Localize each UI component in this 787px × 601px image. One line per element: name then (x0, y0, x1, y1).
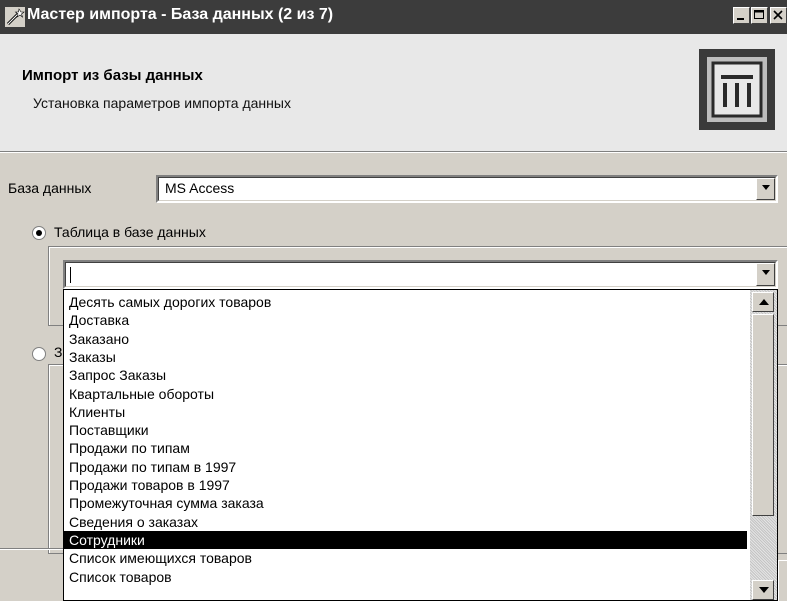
dropdown-list-item[interactable]: Промежуточная сумма заказа (64, 494, 747, 512)
dropdown-list-item[interactable]: Десять самых дорогих товаров (64, 293, 747, 311)
database-combo[interactable]: MS Access (156, 175, 778, 203)
header-divider (0, 152, 787, 153)
window-title: Мастер импорта - База данных (2 из 7) (27, 6, 334, 23)
dropdown-list-item[interactable]: Запрос Заказы (64, 366, 747, 384)
dropdown-list-item[interactable]: Доставка (64, 311, 747, 329)
close-icon (773, 10, 783, 20)
radio-checked-dot (36, 230, 42, 236)
dropdown-scrollbar[interactable] (750, 290, 777, 600)
arrow-down-icon (759, 587, 769, 593)
dropdown-list-item[interactable]: Клиенты (64, 403, 747, 421)
dropdown-list-item[interactable]: Квартальные обороты (64, 385, 747, 403)
minimize-button[interactable] (733, 7, 750, 24)
radio-table[interactable] (32, 226, 46, 240)
radio-query-label: З (54, 344, 63, 360)
footer-divider (0, 548, 63, 550)
scroll-down-button[interactable] (752, 580, 774, 600)
footer-button-edge[interactable] (778, 560, 787, 601)
database-label: База данных (8, 180, 92, 196)
table-combo-dropdown-button[interactable] (756, 263, 775, 286)
radio-table-label: Таблица в базе данных (54, 224, 206, 240)
scroll-up-button[interactable] (752, 292, 774, 312)
dropdown-list-item[interactable]: Заказы (64, 348, 747, 366)
wizard-header: Импорт из базы данных Установка параметр… (0, 34, 787, 152)
database-table-icon (699, 49, 775, 130)
chevron-down-icon (762, 185, 770, 190)
dropdown-list-item[interactable]: Заказано (64, 330, 747, 348)
arrow-up-icon (759, 299, 769, 305)
text-cursor (70, 267, 71, 283)
dropdown-list-item[interactable]: Продажи по типам в 1997 (64, 458, 747, 476)
chevron-down-icon (762, 270, 770, 275)
title-bar[interactable]: Мастер импорта - База данных (2 из 7) (0, 0, 787, 34)
wizard-wand-icon (5, 7, 25, 27)
minimize-icon (737, 18, 744, 20)
maximize-icon (754, 10, 764, 19)
close-button[interactable] (770, 7, 787, 24)
database-combo-dropdown-button[interactable] (756, 178, 775, 200)
database-combo-value: MS Access (165, 180, 235, 196)
dropdown-list-item[interactable]: Сведения о заказах (64, 513, 747, 531)
header-title: Импорт из базы данных (22, 67, 203, 84)
maximize-button[interactable] (751, 7, 768, 24)
scroll-thumb[interactable] (752, 314, 774, 516)
dropdown-list-item[interactable]: Поставщики (64, 421, 747, 439)
table-combo[interactable] (63, 260, 778, 289)
dropdown-list-item[interactable]: Продажи по типам (64, 439, 747, 457)
table-dropdown-list[interactable]: Десять самых дорогих товаров Доставка Зака… (63, 289, 778, 601)
header-subtitle: Установка параметров импорта данных (33, 95, 291, 111)
dropdown-list-item[interactable]: Сотрудники (64, 530, 747, 549)
dropdown-list-item[interactable]: Продажи товаров в 1997 (64, 476, 747, 494)
dropdown-list-item[interactable]: Список товаров (64, 568, 747, 586)
radio-query[interactable] (32, 347, 46, 361)
dropdown-list-item[interactable]: Список имеющихся товаров (64, 549, 747, 567)
